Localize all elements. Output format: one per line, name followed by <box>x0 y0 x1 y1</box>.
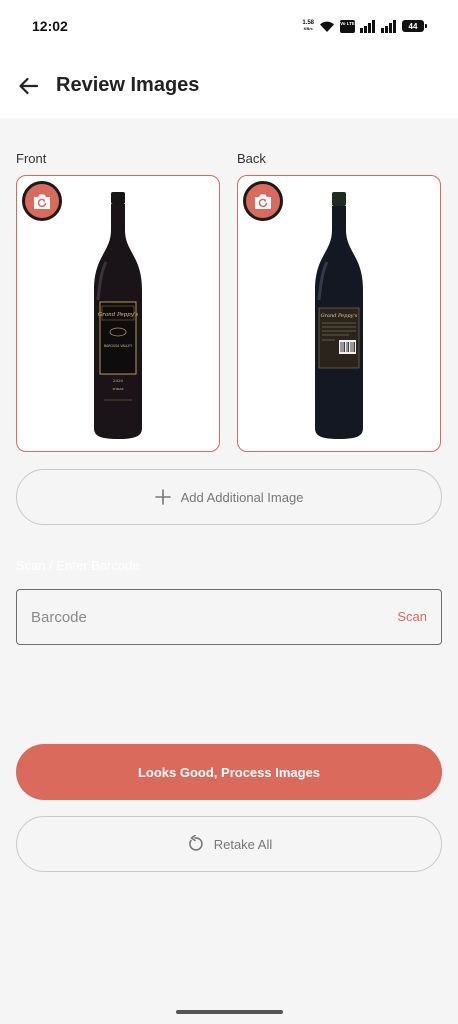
battery-icon: 44 <box>402 20 427 32</box>
status-time: 12:02 <box>32 18 68 34</box>
plus-icon <box>154 489 171 505</box>
arrow-left-icon <box>19 77 38 95</box>
back-button[interactable] <box>14 72 42 100</box>
retake-back-button[interactable] <box>243 181 283 221</box>
retake-all-button[interactable]: Retake All <box>16 816 442 872</box>
barcode-input[interactable] <box>31 590 361 644</box>
front-wine-variety: SHIRAZ <box>112 387 123 391</box>
add-additional-image-label: Add Additional Image <box>180 489 304 505</box>
front-wine-bottle-image: Grand Peppy's BAROSSA VALLEY 2020 SHIRAZ <box>94 192 142 439</box>
retake-front-button[interactable] <box>22 181 62 221</box>
rotate-ccw-icon <box>188 835 203 851</box>
front-image-card[interactable]: Grand Peppy's BAROSSA VALLEY 2020 SHIRAZ <box>16 175 220 452</box>
home-indicator[interactable] <box>176 1010 283 1014</box>
network-speed: 1.58 KB/s <box>302 20 314 31</box>
scan-button[interactable]: Scan <box>397 609 427 624</box>
back-image-card[interactable]: Grand Peppy's <box>237 175 441 452</box>
sim1-badge: Vo LTE <box>340 19 355 33</box>
status-bar: 12:02 1.58 KB/s Vo LTE 44 <box>0 0 458 52</box>
back-wine-name: Grand Peppy's <box>321 313 358 319</box>
add-additional-image-button[interactable]: Add Additional Image <box>16 469 442 525</box>
back-label: Back <box>237 151 266 166</box>
barcode-section-label: Scan / Enter Barcode <box>16 558 140 573</box>
front-wine-year: 2020 <box>113 378 124 383</box>
camera-retake-icon <box>255 194 271 209</box>
process-images-label: Looks Good, Process Images <box>137 764 321 780</box>
signal-icon <box>360 19 375 33</box>
page-title: Review Images <box>56 74 200 96</box>
signal-icon <box>381 19 396 33</box>
process-images-button[interactable]: Looks Good, Process Images <box>16 744 442 800</box>
retake-all-label: Retake All <box>213 836 273 852</box>
app-bar: Review Images <box>0 52 458 118</box>
camera-retake-icon <box>34 194 50 209</box>
back-wine-bottle-image: Grand Peppy's <box>315 192 363 439</box>
wifi-icon <box>320 21 334 32</box>
status-icons: 1.58 KB/s Vo LTE 44 <box>302 17 427 35</box>
front-wine-name: Grand Peppy's <box>98 312 138 318</box>
front-wine-region: BAROSSA VALLEY <box>104 344 132 348</box>
barcode-field: Scan <box>16 589 442 645</box>
front-label: Front <box>16 151 47 166</box>
